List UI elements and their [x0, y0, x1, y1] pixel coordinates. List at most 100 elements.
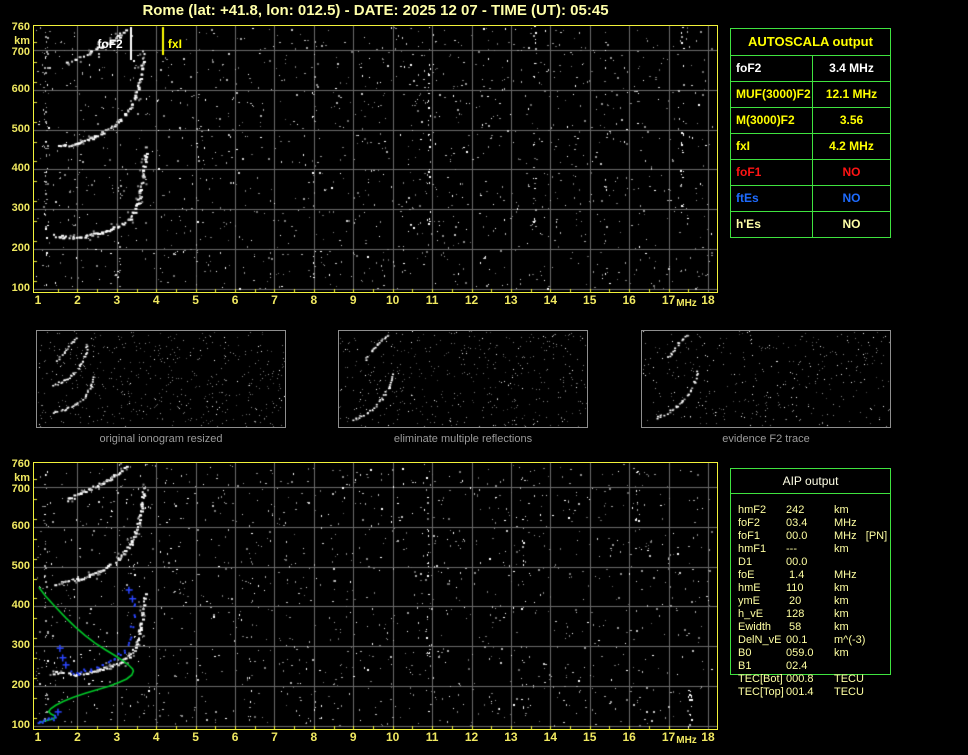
aip-row: DelN_vE 00.1 m^(-3) [730, 634, 900, 647]
aip-row: hmF2 242 km [730, 504, 900, 517]
x-axis-unit: MHz [676, 298, 697, 309]
x-tick-label: 1 [34, 293, 42, 307]
aip-value: 02.4 [786, 660, 808, 672]
autoscala-param: foF1 [731, 160, 813, 185]
x-tick-label: 9 [349, 293, 357, 307]
x-axis-unit: MHz [676, 735, 697, 746]
aip-unit: km [834, 504, 849, 516]
top-ionogram-canvas [34, 26, 717, 292]
x-tick-label: 13 [504, 293, 518, 307]
panel-evidence-f2 [641, 330, 891, 428]
autoscala-table-rows: foF2 3.4 MHz MUF(3000)F2 12.1 MHz M(3000)F2 3… [731, 56, 890, 237]
autoscala-value: 3.56 [839, 113, 864, 127]
aip-param: TEC[Bot] [738, 673, 783, 685]
aip-param: B1 [738, 660, 752, 672]
autoscala-value: NO [842, 217, 861, 231]
y-tick-label: 700 [11, 46, 30, 58]
x-tick-label: 3 [113, 730, 121, 744]
x-tick-label: 2 [74, 730, 81, 744]
aip-param: h_vE [738, 608, 764, 620]
x-tick-label: 12 [464, 730, 479, 744]
y-tick-label: 100 [11, 719, 30, 731]
aip-row: TEC[Bot] 000.8 TECU [730, 673, 900, 686]
autoscala-param: MUF(3000)F2 [731, 82, 813, 107]
x-tick-label: 12 [464, 293, 479, 307]
x-tick-label: 14 [543, 293, 557, 307]
aip-param: Ewidth [738, 621, 772, 633]
x-tick-label: 3 [113, 293, 121, 307]
aip-param: hmE [738, 582, 761, 594]
aip-row: foF2 03.4 MHz [730, 517, 900, 530]
autoscala-value: NO [842, 165, 861, 179]
panel-eliminate-reflections-canvas [339, 331, 587, 427]
y-tick-label: 500 [11, 559, 30, 572]
y-tick-label: 500 [11, 122, 30, 135]
aip-row: foF1 00.0 MHz [PN] [730, 530, 900, 543]
aip-unit: MHz [834, 517, 857, 529]
autoscala-param: h'Es [731, 212, 813, 237]
x-tick-label: 8 [310, 730, 318, 744]
y-tick-label: 300 [11, 202, 30, 215]
autoscala-row: fxI 4.2 MHz [731, 134, 890, 160]
aip-unit: m^(-3) [834, 634, 866, 646]
aip-row: B1 02.4 [730, 660, 900, 673]
x-tick-label: 15 [583, 293, 597, 307]
aip-unit: km [834, 647, 849, 659]
x-tick-label: 10 [386, 730, 400, 744]
aip-value: 000.8 [786, 673, 814, 685]
aip-param: ymE [738, 595, 760, 607]
aip-output-table: AIP output hmF2 242 km foF2 03.4 MHz foF1 00.0 M… [730, 468, 891, 708]
y-tick-label: 600 [11, 82, 30, 95]
aip-param: B0 [738, 647, 752, 659]
x-tick-label: 11 [425, 293, 439, 307]
aip-value: 1.4 [786, 569, 805, 581]
x-tick-label: 4 [152, 293, 160, 307]
x-tick-label: 10 [386, 293, 400, 307]
x-tick-label: 18 [701, 730, 715, 744]
aip-value: 00.0 [786, 530, 808, 542]
x-tick-label: 5 [192, 730, 199, 744]
aip-row: B0 059.0 km [730, 647, 900, 660]
autoscala-value: 3.4 MHz [829, 61, 874, 75]
aip-unit: km [834, 543, 849, 555]
aip-row: Ewidth 58 km [730, 621, 900, 634]
aip-row: hmF1 --- km [730, 543, 900, 556]
autoscala-row: M(3000)F2 3.56 [731, 108, 890, 134]
aip-param: hmF1 [738, 543, 767, 555]
x-tick-label: 6 [231, 730, 239, 744]
x-tick-label: 4 [152, 730, 160, 744]
aip-header-divider [730, 493, 891, 494]
x-tick-label: 9 [349, 730, 357, 744]
aip-unit: TECU [834, 686, 864, 698]
aip-unit: km [834, 621, 849, 633]
y-tick-label: 760 [11, 21, 30, 33]
aip-unit: km [834, 595, 849, 607]
y-tick-label: 200 [11, 242, 30, 255]
y-tick-label: 400 [11, 162, 30, 175]
panel-caption-original: original ionogram resized [99, 433, 223, 445]
aip-row: TEC[Top] 001.4 TECU [730, 686, 900, 699]
aip-value: 58 [786, 621, 802, 633]
x-tick-label: 8 [310, 293, 318, 307]
fof2-marker-label: foF2 [97, 37, 123, 51]
aip-param: foF1 [738, 530, 761, 542]
bottom-ionogram-plot [33, 462, 718, 730]
x-tick-label: 7 [271, 293, 278, 307]
aip-param: TEC[Top] [738, 686, 784, 698]
aip-param: D1 [738, 556, 753, 568]
autoscala-param: M(3000)F2 [731, 108, 813, 133]
panel-original-ionogram-canvas [37, 331, 285, 427]
x-tick-label: 6 [231, 293, 239, 307]
aip-row: ymE 20 km [730, 595, 900, 608]
aip-param: DelN_vE [738, 634, 782, 646]
y-axis-unit: km [14, 35, 30, 47]
aip-row: foE 1.4 MHz [730, 569, 900, 582]
aip-value: 110 [786, 582, 804, 594]
x-tick-label: 2 [74, 293, 81, 307]
aip-param: foF2 [738, 517, 761, 529]
x-tick-label: 14 [543, 730, 557, 744]
x-tick-label: 13 [504, 730, 518, 744]
x-tick-label: 16 [622, 293, 636, 307]
x-tick-label: 11 [425, 730, 439, 744]
x-tick-label: 7 [271, 730, 278, 744]
